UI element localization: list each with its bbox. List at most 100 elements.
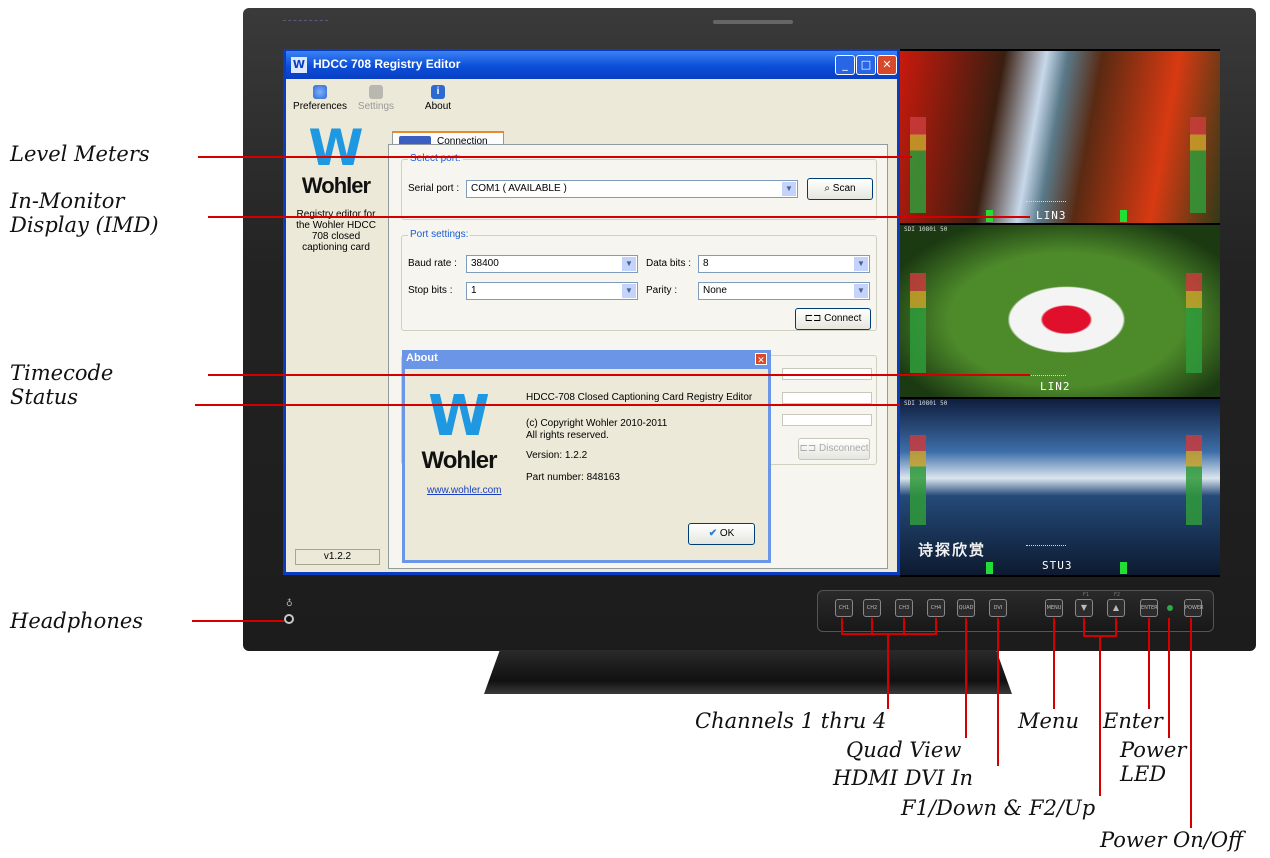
window-client: Preferences Settings i About W Wohler Re… (286, 79, 897, 572)
video-pane-flower: SDI 1080i 50 LIN2 (900, 225, 1220, 397)
close-button[interactable]: ✕ (877, 55, 897, 75)
headphone-jack[interactable] (284, 614, 294, 624)
leader-imd (208, 216, 1030, 218)
sdi-format-label: SDI 1080i 50 (904, 226, 948, 233)
part-number-text: Part number: 848163 (526, 472, 620, 483)
imd-label: LIN2 (1040, 380, 1071, 393)
level-meter (1186, 273, 1202, 373)
left-pane: W Wohler Registry editor for the Wohler … (290, 123, 382, 569)
headphone-icon: ♁ (286, 599, 293, 609)
callout-menu: Menu (1018, 709, 1079, 733)
leader-f2 (1115, 618, 1117, 636)
callout-headphones: Headphones (10, 609, 144, 633)
menu-button[interactable]: MENU (1045, 599, 1063, 617)
disconnect-button[interactable]: ⊏⊐ Disconnect (798, 438, 870, 460)
search-icon: ⌕ (824, 183, 833, 194)
bezel-sensor (713, 20, 793, 24)
ch4-button[interactable]: CH4 (927, 599, 945, 617)
f1-down-button[interactable]: ▼ (1075, 599, 1093, 617)
video-pane-lake: SDI 1080i 50 诗探欣赏 STU3 (900, 399, 1220, 575)
level-meter (910, 273, 926, 373)
data-bits-select[interactable]: 8 ▼ (698, 255, 870, 273)
leader-power-on-off (1190, 618, 1192, 828)
leader-level-meters (198, 156, 912, 158)
minimize-button[interactable]: _ (835, 55, 855, 75)
f2-up-button[interactable]: ▲ (1107, 599, 1125, 617)
ch1-button[interactable]: CH1 (835, 599, 853, 617)
chevron-down-icon: ▼ (854, 257, 868, 271)
disconnect-label: Disconnect (819, 443, 869, 454)
ok-label: OK (719, 528, 735, 539)
front-panel: CH1 CH2 CH3 CH4 QUAD DVI MENU F1 ▼ F2 ▲ … (817, 590, 1214, 632)
level-meter (910, 117, 926, 213)
dvi-button[interactable]: DVI (989, 599, 1007, 617)
settings-label: Settings (357, 101, 395, 112)
callout-power-on-off: Power On/Off (1100, 828, 1243, 852)
data-bits-label: Data bits : (646, 258, 692, 269)
wohler-logo-word: Wohler (301, 173, 371, 198)
callout-timecode: Timecode Status (10, 361, 114, 409)
chevron-down-icon: ▼ (622, 284, 636, 298)
ok-button[interactable]: ✔ OK (688, 523, 755, 545)
parity-select[interactable]: None ▼ (698, 282, 870, 300)
timecode-bar (1026, 375, 1066, 376)
connect-button[interactable]: ⊏⊐ Connect (795, 308, 871, 330)
level-meter (1190, 117, 1206, 213)
baud-rate-label: Baud rate : (408, 258, 457, 269)
leader-ch4 (935, 618, 937, 634)
ch2-button[interactable]: CH2 (863, 599, 881, 617)
leader-hdmi-dvi (997, 618, 999, 766)
imd-label: LIN3 (1036, 209, 1067, 222)
port-settings-label: Port settings: (408, 229, 471, 240)
product-name: HDCC-708 Closed Captioning Card Registry… (526, 392, 753, 403)
monitor-stand (484, 650, 1012, 694)
callout-f1-f2: F1/Down & F2/Up (901, 796, 1096, 820)
callout-power-led: Power LED (1120, 738, 1187, 786)
close-icon[interactable]: ✕ (755, 353, 767, 365)
enter-button[interactable]: ENTER (1140, 599, 1158, 617)
serial-port-select[interactable]: COM1 ( AVAILABLE ) ▼ (466, 180, 798, 198)
toolbar: Preferences Settings i About (286, 79, 897, 119)
connect-label: Connect (824, 313, 862, 324)
stop-bits-select[interactable]: 1 ▼ (466, 282, 638, 300)
settings-button[interactable]: Settings (352, 85, 400, 112)
timecode-bar (1026, 201, 1066, 202)
serial-port-value: COM1 ( AVAILABLE ) (471, 183, 567, 194)
chevron-down-icon: ▼ (622, 257, 636, 271)
window-titlebar[interactable]: W HDCC 708 Registry Editor _ □ ✕ (286, 51, 897, 79)
wohler-logo-mark: W (428, 384, 490, 449)
video-quad: LIN3 SDI 1080i 50 LIN2 SDI 1080i 50 诗探欣赏… (900, 49, 1220, 577)
leader-power-led (1168, 618, 1170, 738)
check-icon: ✔ (708, 528, 718, 539)
preferences-label: Preferences (293, 101, 347, 112)
info-icon: i (431, 85, 445, 99)
leader-f1 (1083, 618, 1085, 636)
callout-hdmi-dvi: HDMI DVI In (833, 766, 974, 790)
status-field (782, 414, 872, 426)
about-button[interactable]: i About (418, 85, 458, 112)
version-text: Version: 1.2.2 (526, 450, 588, 461)
leader-ch3 (903, 618, 905, 634)
maximize-button[interactable]: □ (856, 55, 876, 75)
quad-button[interactable]: QUAD (957, 599, 975, 617)
copyright-text: (c) Copyright Wohler 2010-2011 (526, 418, 668, 429)
callout-level-meters: Level Meters (10, 142, 150, 166)
leader-quad-view (965, 618, 967, 738)
plug-icon: ⊏⊐ (799, 443, 820, 454)
leader-f1-f2 (1099, 635, 1101, 796)
leader-timecode-1 (208, 374, 1030, 376)
leader-ch2 (871, 618, 873, 634)
website-link[interactable]: www.wohler.com (427, 485, 501, 496)
signal-indicator (986, 562, 993, 574)
wohler-logo-mark: W (308, 119, 364, 177)
ch3-button[interactable]: CH3 (895, 599, 913, 617)
leader-enter (1148, 618, 1150, 709)
power-button[interactable]: POWER (1184, 599, 1204, 617)
callout-quad-view: Quad View (846, 738, 962, 762)
baud-rate-select[interactable]: 38400 ▼ (466, 255, 638, 273)
parity-value: None (703, 285, 727, 296)
imd-label: STU3 (1042, 559, 1073, 572)
callout-channels: Channels 1 thru 4 (695, 709, 887, 733)
preferences-button[interactable]: Preferences (290, 85, 350, 112)
scan-button[interactable]: ⌕ Scan (807, 178, 873, 200)
